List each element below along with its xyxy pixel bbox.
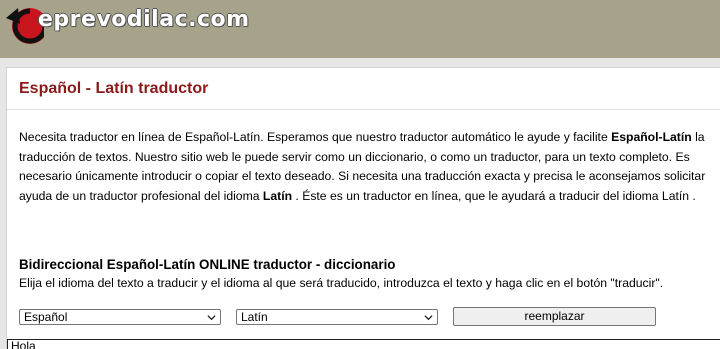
source-language-select[interactable]: Español — [19, 309, 221, 325]
intro-bold-2: Latín — [262, 188, 293, 203]
section-title: Bidireccional Español-Latín ONLINE tradu… — [19, 257, 396, 272]
intro-text-1: Necesita traductor en línea de Español-L… — [19, 130, 612, 144]
logo-text: eprevodilac.com — [38, 7, 250, 32]
chevron-down-icon — [207, 315, 216, 321]
swap-languages-button[interactable]: reemplazar — [453, 307, 656, 326]
site-header: eprevodilac.com — [0, 0, 720, 58]
intro-text-3: . Éste es un traductor en línea, que le … — [292, 188, 696, 203]
source-language-value: Español — [24, 310, 68, 324]
target-language-select[interactable]: Latín — [236, 309, 438, 325]
title-bar: Español - Latín traductor — [7, 68, 720, 110]
section-description: Elija el idioma del texto a traducir y e… — [19, 276, 664, 290]
chevron-down-icon — [424, 315, 433, 321]
source-text-input[interactable]: Hola — [7, 339, 720, 349]
main-content: Español - Latín traductor Necesita tradu… — [6, 67, 720, 349]
target-language-value: Latín — [241, 310, 268, 324]
site-logo[interactable]: eprevodilac.com — [0, 0, 249, 58]
page-title: Español - Latín traductor — [19, 80, 209, 97]
intro-paragraph: Necesita traductor en línea de Español-L… — [19, 128, 715, 206]
intro-bold-1: Español-Latín — [611, 130, 692, 144]
